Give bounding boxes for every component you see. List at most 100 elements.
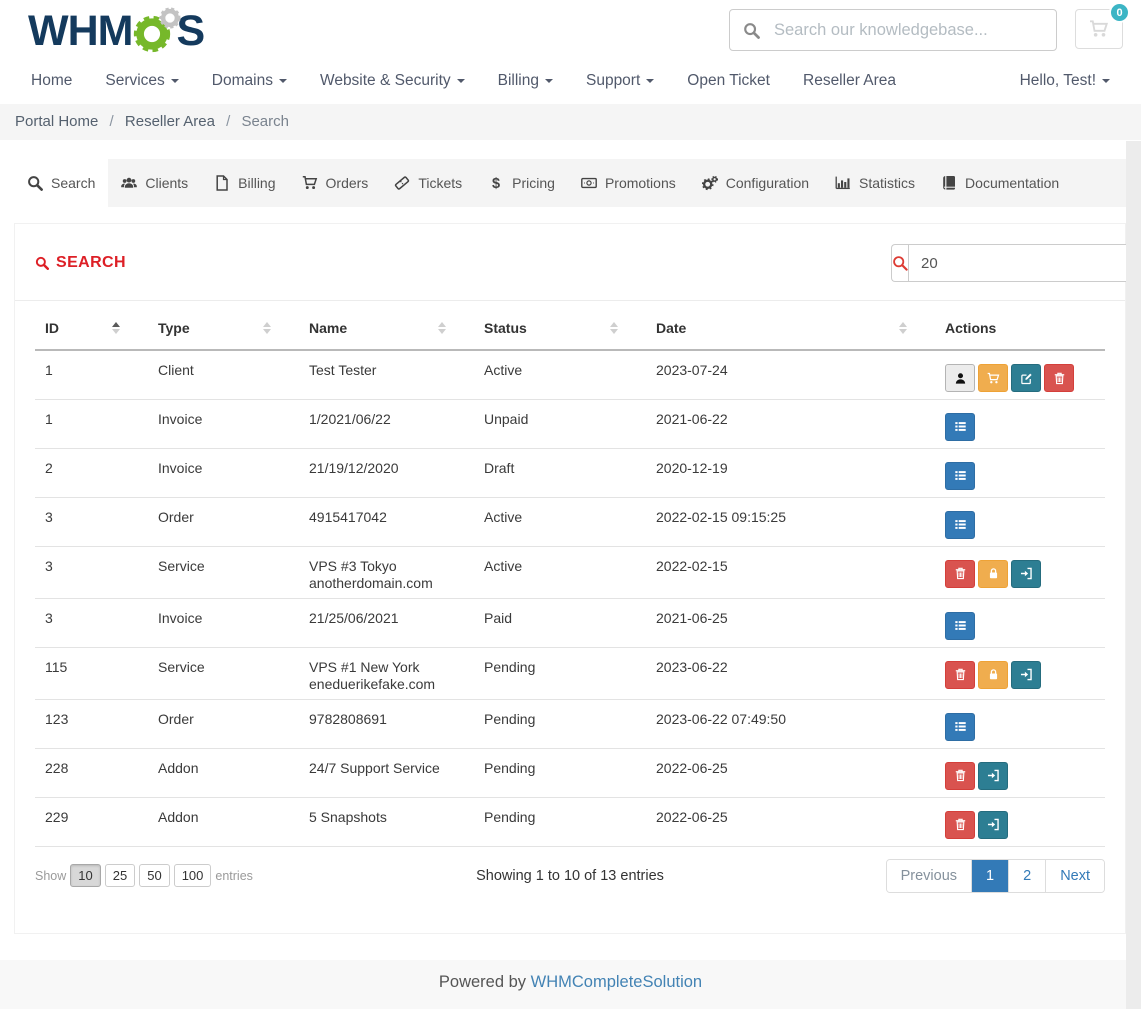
tab-search[interactable]: Search (14, 159, 108, 207)
list-action-button[interactable] (945, 713, 975, 741)
list-action-button[interactable] (945, 413, 975, 441)
cart-action-button[interactable] (978, 364, 1008, 392)
cart-icon (1089, 19, 1109, 39)
list-action-button[interactable] (945, 511, 975, 539)
trash-action-button[interactable] (945, 811, 975, 839)
breadcrumb-portal-home[interactable]: Portal Home (15, 113, 98, 130)
signin-action-button[interactable] (1011, 560, 1041, 588)
tab-tickets[interactable]: Tickets (381, 159, 475, 207)
cell-id: 115 (35, 647, 148, 699)
tab-statistics[interactable]: Statistics (822, 159, 928, 207)
trash-action-button[interactable] (945, 560, 975, 588)
tab-pricing[interactable]: $ Pricing (475, 159, 568, 207)
table-search-group (891, 244, 1105, 282)
tab-clients[interactable]: Clients (108, 159, 201, 207)
nav-item-domains[interactable]: Domains (212, 72, 287, 90)
tab-configuration[interactable]: Configuration (689, 159, 822, 207)
pagination-previous[interactable]: Previous (887, 860, 971, 892)
signin-action-button[interactable] (1011, 661, 1041, 689)
cell-name: 5 Snapshots (299, 797, 474, 846)
nav-item-billing[interactable]: Billing (498, 72, 553, 90)
column-label: Status (484, 320, 527, 336)
cell-status: Draft (474, 448, 646, 497)
cell-type: Order (148, 497, 299, 546)
nav-item-services[interactable]: Services (105, 72, 178, 90)
cart-icon (302, 175, 318, 191)
column-header-type[interactable]: Type (148, 301, 299, 350)
knowledgebase-search-input[interactable] (772, 20, 1043, 41)
page-size-50-button[interactable]: 50 (139, 864, 169, 887)
trash-action-button[interactable] (1044, 364, 1074, 392)
tab-promotions[interactable]: Promotions (568, 159, 689, 207)
dollar-icon: $ (488, 175, 504, 191)
tab-documentation[interactable]: Documentation (928, 159, 1072, 207)
table-row: 115ServiceVPS #1 New Yorkeneduerikefake.… (35, 647, 1105, 699)
list-action-button[interactable] (945, 462, 975, 490)
nav-item-label: Services (105, 72, 164, 89)
column-header-status[interactable]: Status (474, 301, 646, 350)
cell-type: Addon (148, 748, 299, 797)
page-size-10-button[interactable]: 10 (70, 864, 100, 887)
column-header-name[interactable]: Name (299, 301, 474, 350)
breadcrumb-reseller-area[interactable]: Reseller Area (125, 113, 215, 130)
nav-item-home[interactable]: Home (31, 72, 72, 90)
edit-action-button[interactable] (1011, 364, 1041, 392)
user-action-button[interactable] (945, 364, 975, 392)
breadcrumb-separator: / (226, 113, 230, 130)
logo-text-whm: WHM (28, 10, 132, 53)
tab-orders[interactable]: Orders (289, 159, 382, 207)
lock-action-button[interactable] (978, 560, 1008, 588)
cell-type: Invoice (148, 598, 299, 647)
name-line: VPS #3 Tokyo (309, 558, 464, 574)
tab-billing[interactable]: Billing (201, 159, 288, 207)
name-line: 24/7 Support Service (309, 760, 464, 776)
tab-label: Statistics (859, 175, 915, 191)
pagination-next[interactable]: Next (1045, 860, 1104, 892)
cart-button[interactable]: 0 (1075, 9, 1123, 49)
column-label: ID (45, 320, 59, 336)
column-label: Name (309, 320, 347, 336)
pagination-1[interactable]: 1 (971, 860, 1008, 892)
lock-action-button[interactable] (978, 661, 1008, 689)
pagination-2[interactable]: 2 (1008, 860, 1045, 892)
sort-arrows-icon (438, 322, 446, 334)
scrollbar[interactable] (1126, 141, 1141, 1009)
nav-account-menu[interactable]: Hello, Test! (1020, 72, 1110, 90)
cell-date: 2021-06-25 (646, 598, 935, 647)
trash-action-button[interactable] (945, 661, 975, 689)
signin-action-button[interactable] (978, 762, 1008, 790)
nav-item-support[interactable]: Support (586, 72, 654, 90)
cell-status: Active (474, 546, 646, 598)
column-header-id[interactable]: ID (35, 301, 148, 350)
cell-date: 2022-06-25 (646, 797, 935, 846)
page-size-25-button[interactable]: 25 (105, 864, 135, 887)
table-search-button[interactable] (891, 244, 908, 282)
footer-link[interactable]: WHMCompleteSolution (531, 973, 702, 991)
page-size-100-button[interactable]: 100 (174, 864, 212, 887)
cell-status: Pending (474, 647, 646, 699)
column-header-date[interactable]: Date (646, 301, 935, 350)
tab-label: Pricing (512, 175, 555, 191)
name-line: eneduerikefake.com (309, 676, 464, 692)
cell-name: VPS #1 New Yorkeneduerikefake.com (299, 647, 474, 699)
nav-item-reseller-area[interactable]: Reseller Area (803, 72, 896, 90)
cell-date: 2021-06-22 (646, 399, 935, 448)
whmcs-logo[interactable]: WHM S (28, 9, 204, 53)
results-table-wrap: IDTypeNameStatusDateActions 1ClientTest … (15, 301, 1125, 847)
cell-date: 2023-06-22 07:49:50 (646, 699, 935, 748)
nav-item-website-security[interactable]: Website & Security (320, 72, 465, 90)
nav-item-label: Support (586, 72, 640, 89)
cell-actions (935, 748, 1105, 797)
cell-actions (935, 797, 1105, 846)
cell-type: Invoice (148, 448, 299, 497)
cell-id: 3 (35, 497, 148, 546)
signin-action-button[interactable] (978, 811, 1008, 839)
nav-item-open-ticket[interactable]: Open Ticket (687, 72, 770, 90)
table-row: 1Invoice1/2021/06/22Unpaid2021-06-22 (35, 399, 1105, 448)
cell-id: 229 (35, 797, 148, 846)
cell-actions (935, 399, 1105, 448)
list-action-button[interactable] (945, 612, 975, 640)
trash-action-button[interactable] (945, 762, 975, 790)
table-search-input[interactable] (908, 244, 1133, 282)
show-label: Show (35, 869, 66, 883)
